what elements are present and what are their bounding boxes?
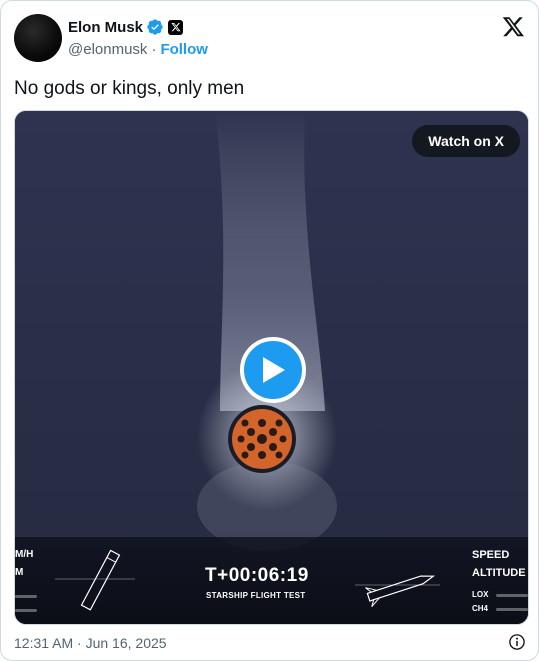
mission-timer: T+00:06:19	[205, 565, 309, 586]
info-icon[interactable]	[508, 633, 526, 651]
hud-lox-bar	[496, 594, 528, 597]
verified-badge-icon	[147, 19, 163, 35]
avatar[interactable]	[14, 14, 62, 62]
hud-left-label-1: M/H	[15, 549, 34, 560]
hud-ch4-bar	[496, 608, 528, 611]
ship-icon	[355, 575, 440, 608]
author-handle[interactable]: @elonmusk	[68, 41, 147, 58]
hud-altitude-label: ALTITUDE	[472, 567, 526, 579]
broadcast-hud: M/H M T+00:06:19 STARSHIP FLIGHT TEST SP…	[15, 537, 528, 624]
hud-left-bar	[15, 595, 37, 598]
x-logo-icon[interactable]	[502, 15, 525, 38]
hud-left-bar	[15, 609, 37, 612]
follow-button[interactable]: Follow	[160, 41, 208, 58]
booster-icon	[55, 549, 135, 611]
play-button[interactable]	[240, 337, 306, 403]
play-icon	[263, 357, 285, 383]
x-affiliation-icon[interactable]	[168, 19, 184, 35]
video-player[interactable]: Watch on X M/H M T+00:06:19 STARSHIP FLI…	[14, 110, 529, 625]
separator-dot: ·	[151, 41, 157, 58]
tweet-card: Elon Musk @elonmusk · Follow No gods or …	[0, 0, 539, 661]
watch-on-x-button[interactable]: Watch on X	[412, 125, 520, 157]
hud-speed-label: SPEED	[472, 549, 510, 561]
author-handle-row: @elonmusk · Follow	[68, 41, 208, 58]
tweet-timestamp[interactable]: 12:31 AM · Jun 16, 2025	[14, 635, 167, 651]
hud-left-label-2: M	[15, 567, 24, 578]
hud-lox-label: LOX	[472, 590, 489, 599]
mission-subtitle: STARSHIP FLIGHT TEST	[206, 591, 306, 600]
tweet-text: No gods or kings, only men	[14, 78, 245, 99]
author-name[interactable]: Elon Musk	[68, 19, 143, 36]
author-name-row: Elon Musk	[68, 18, 184, 36]
hud-ch4-label: CH4	[472, 604, 489, 613]
